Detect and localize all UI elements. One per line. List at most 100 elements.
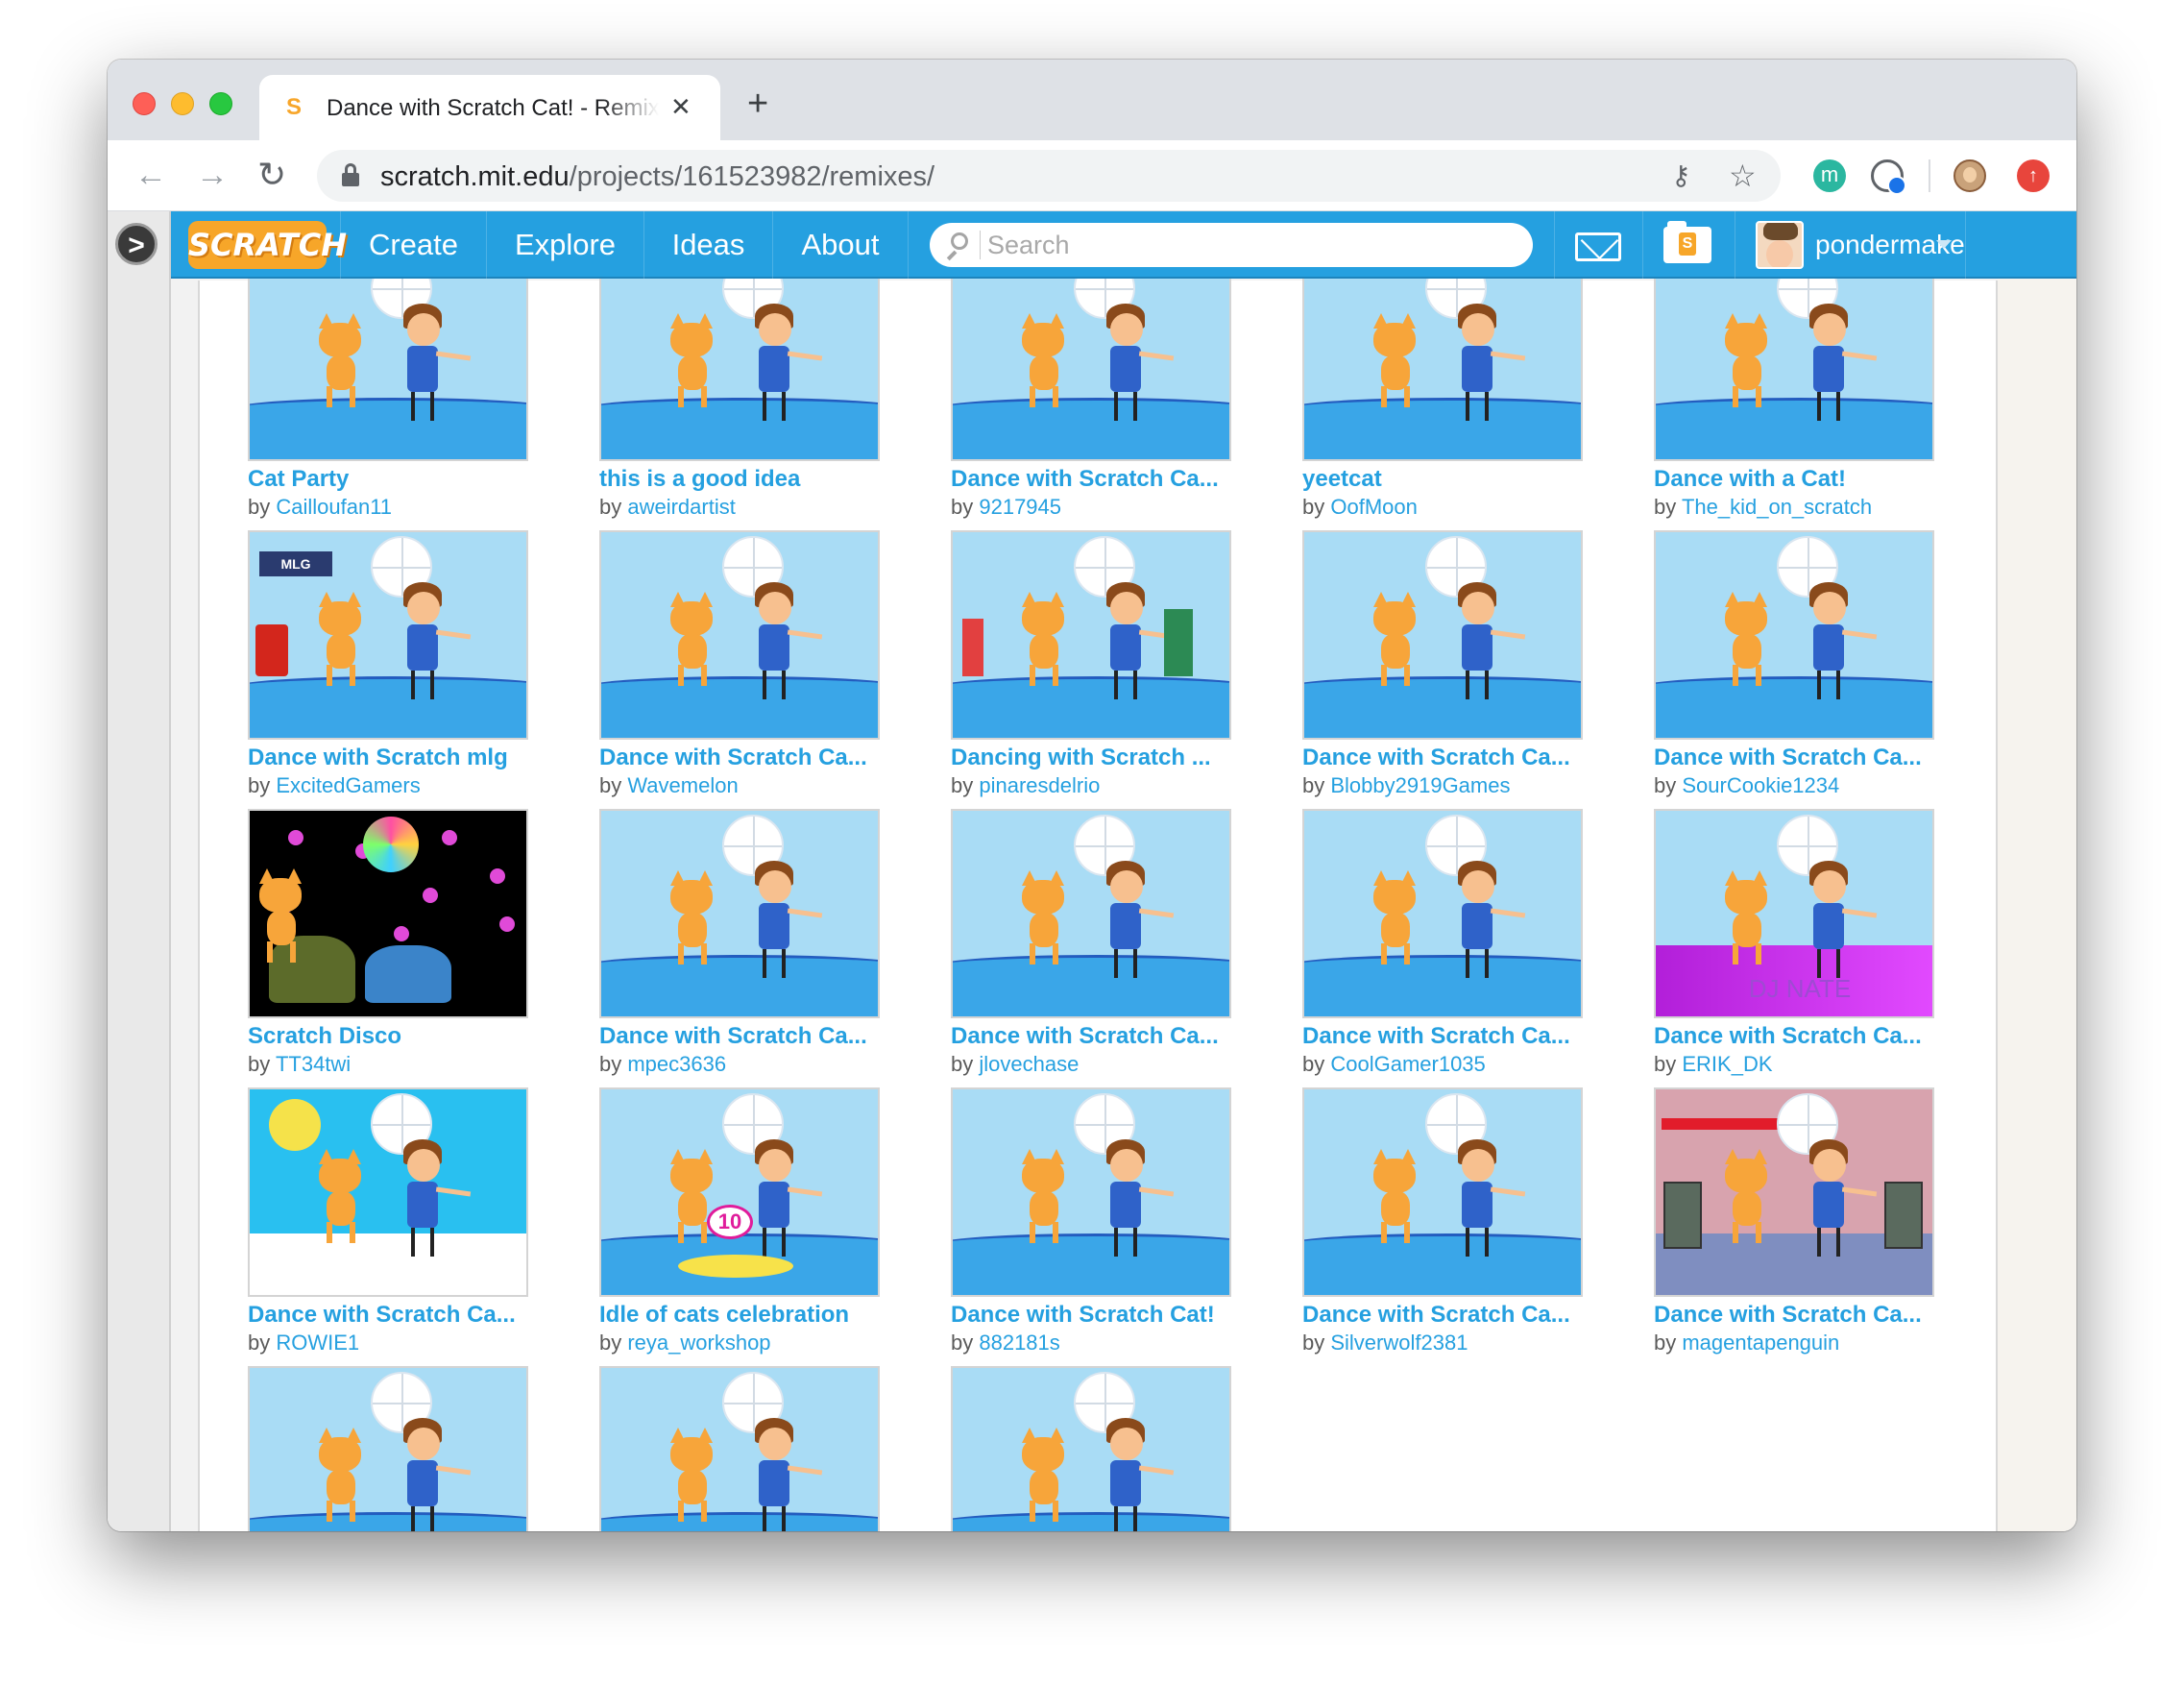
author-link[interactable]: OofMoon [1330,495,1418,519]
project-card[interactable]: Dance with Scratch Ca... by Wavemelon [599,530,880,807]
project-title-link[interactable]: Dance with Scratch Ca... [1654,1301,1942,1330]
search-input[interactable] [987,229,1506,261]
nav-explore[interactable]: Explore [486,211,643,279]
nav-ideas[interactable]: Ideas [643,211,772,279]
author-link[interactable]: ERIK_DK [1682,1052,1772,1076]
project-card[interactable]: Dancing with Scratch ... by pinaresdelrio [951,530,1231,807]
project-thumbnail[interactable] [248,252,528,461]
nav-create[interactable]: Create [340,211,486,279]
project-title-link[interactable]: Dance with Scratch Ca... [599,744,887,772]
my-stuff-icon[interactable]: S [1663,221,1711,263]
project-title-link[interactable]: Dance with a Cat! [1654,465,1942,494]
project-card[interactable]: Dance with Scratch Ca... by SourCookie123… [1654,530,1934,807]
project-thumbnail[interactable] [951,252,1231,461]
user-avatar[interactable] [1756,221,1804,269]
project-title-link[interactable]: Dance with Scratch Ca... [599,1022,887,1051]
author-link[interactable]: reya_workshop [627,1331,770,1355]
reload-icon[interactable]: ↻ [257,156,286,194]
author-link[interactable]: pinaresdelrio [979,773,1100,797]
nav-about[interactable]: About [772,211,909,279]
project-thumbnail[interactable] [951,809,1231,1018]
project-thumbnail[interactable] [599,809,880,1018]
project-title-link[interactable]: this is a good idea [599,465,887,494]
project-title-link[interactable]: Dance with Scratch mlg [248,744,536,772]
project-title-link[interactable]: Idle of cats celebration [599,1301,887,1330]
project-thumbnail[interactable] [248,1366,528,1531]
project-thumbnail[interactable] [1654,530,1934,740]
project-card[interactable]: 10 Idle of cats celebration by reya_worksh… [599,1087,880,1364]
author-link[interactable]: ROWIE1 [276,1331,359,1355]
project-thumbnail[interactable]: DJ NATE [1654,809,1934,1018]
project-thumbnail[interactable] [1654,252,1934,461]
project-title-link[interactable]: Cat Party [248,465,536,494]
project-title-link[interactable]: Dance with Scratch Ca... [1302,1301,1590,1330]
project-thumbnail[interactable] [951,1087,1231,1297]
chevron-down-icon[interactable] [1936,240,1952,249]
minimize-window-button[interactable] [171,92,194,115]
project-title-link[interactable]: yeetcat [1302,465,1590,494]
project-card[interactable]: Scratch Disco by TT34twi [248,809,528,1086]
project-title-link[interactable]: Dance with Scratch Cat! [951,1301,1239,1330]
project-title-link[interactable]: Dance with Scratch Ca... [1654,744,1942,772]
new-tab-button[interactable]: + [747,85,768,123]
browser-tab-active[interactable]: S Dance with Scratch Cat! - Remixes ✕ [259,75,720,140]
project-thumbnail[interactable] [1302,252,1583,461]
project-thumbnail[interactable] [1302,1087,1583,1297]
author-link[interactable]: SourCookie1234 [1682,773,1839,797]
project-card[interactable]: this is a good idea by aweirdartist [599,252,880,528]
project-card[interactable]: Dance with Scratch Ca... by jlovechase [951,809,1231,1086]
project-thumbnail[interactable] [1654,1087,1934,1297]
project-card[interactable]: Dance with Scratch Ca... by Silverwolf238… [1302,1087,1583,1364]
author-link[interactable]: magentapenguin [1682,1331,1839,1355]
close-window-button[interactable] [133,92,156,115]
project-thumbnail[interactable] [599,1366,880,1531]
project-card[interactable]: Cat Party by Cailloufan11 [248,252,528,528]
author-link[interactable]: TT34twi [276,1052,351,1076]
project-thumbnail[interactable] [1302,530,1583,740]
project-card[interactable]: Dance with Scratch Cat! by 882181s [951,1087,1231,1364]
project-card[interactable]: Dance with Scratch Ca... by ROWIE1 [248,1087,528,1364]
author-link[interactable]: 882181s [979,1331,1059,1355]
project-thumbnail[interactable] [248,809,528,1018]
search-box[interactable] [930,223,1533,267]
author-link[interactable]: ExcitedGamers [276,773,420,797]
extension-grammarly-icon[interactable] [1871,159,1906,195]
project-thumbnail[interactable] [248,1087,528,1297]
project-title-link[interactable]: Scratch Disco [248,1022,536,1051]
lock-icon[interactable] [342,163,359,186]
author-link[interactable]: Cailloufan11 [276,495,392,519]
back-arrow-icon[interactable]: ← [134,156,167,194]
author-link[interactable]: Wavemelon [627,773,738,797]
project-title-link[interactable]: Dancing with Scratch ... [951,744,1239,772]
project-title-link[interactable]: Dance with Scratch Ca... [1654,1022,1942,1051]
project-card[interactable]: Dance with Scratch Ca... by mpec3636 [599,809,880,1086]
scratch-logo[interactable]: SCRATCH [188,221,347,269]
project-title-link[interactable]: Dance with Scratch Ca... [951,465,1239,494]
sidebar-toggle-button[interactable]: > [115,223,158,265]
update-icon[interactable]: ↑ [2017,159,2050,192]
extension-m-icon[interactable]: m [1813,159,1846,192]
project-card[interactable]: ixby tntpat11 [599,1366,880,1531]
messages-icon[interactable] [1575,232,1621,261]
project-card[interactable]: Dance with Scratch Ca... by CoolGamer1035 [1302,809,1583,1086]
project-card[interactable]: Dance with Scratch Ca... by 9217945 [951,252,1231,528]
forward-arrow-icon[interactable]: → [196,156,229,194]
author-link[interactable]: mpec3636 [627,1052,726,1076]
project-card[interactable]: Dance with a Cat! by The_kid_on_scratch [1654,252,1934,528]
project-card[interactable]: yeetcat by OofMoon [1302,252,1583,528]
project-card[interactable]: MLG Dance with Scratch mlg by ExcitedGamer… [248,530,528,807]
project-thumbnail[interactable] [599,530,880,740]
key-icon[interactable]: ⚷ [1671,161,1691,190]
project-card[interactable]: Dance with Scratch cat...by montymopl [248,1366,528,1531]
project-thumbnail[interactable] [599,252,880,461]
author-link[interactable]: aweirdartist [627,495,735,519]
project-thumbnail[interactable] [1302,809,1583,1018]
project-card[interactable]: Dance with Scratch Ca... by Blobby2919Gam… [1302,530,1583,807]
project-title-link[interactable]: Dance with Scratch Ca... [951,1022,1239,1051]
url-text[interactable]: scratch.mit.edu/projects/161523982/remix… [380,161,934,192]
author-link[interactable]: Blobby2919Games [1330,773,1510,797]
address-bar[interactable]: scratch.mit.edu/projects/161523982/remix… [317,150,1781,202]
project-thumbnail[interactable]: MLG [248,530,528,740]
author-link[interactable]: Silverwolf2381 [1330,1331,1468,1355]
author-link[interactable]: CoolGamer1035 [1330,1052,1485,1076]
